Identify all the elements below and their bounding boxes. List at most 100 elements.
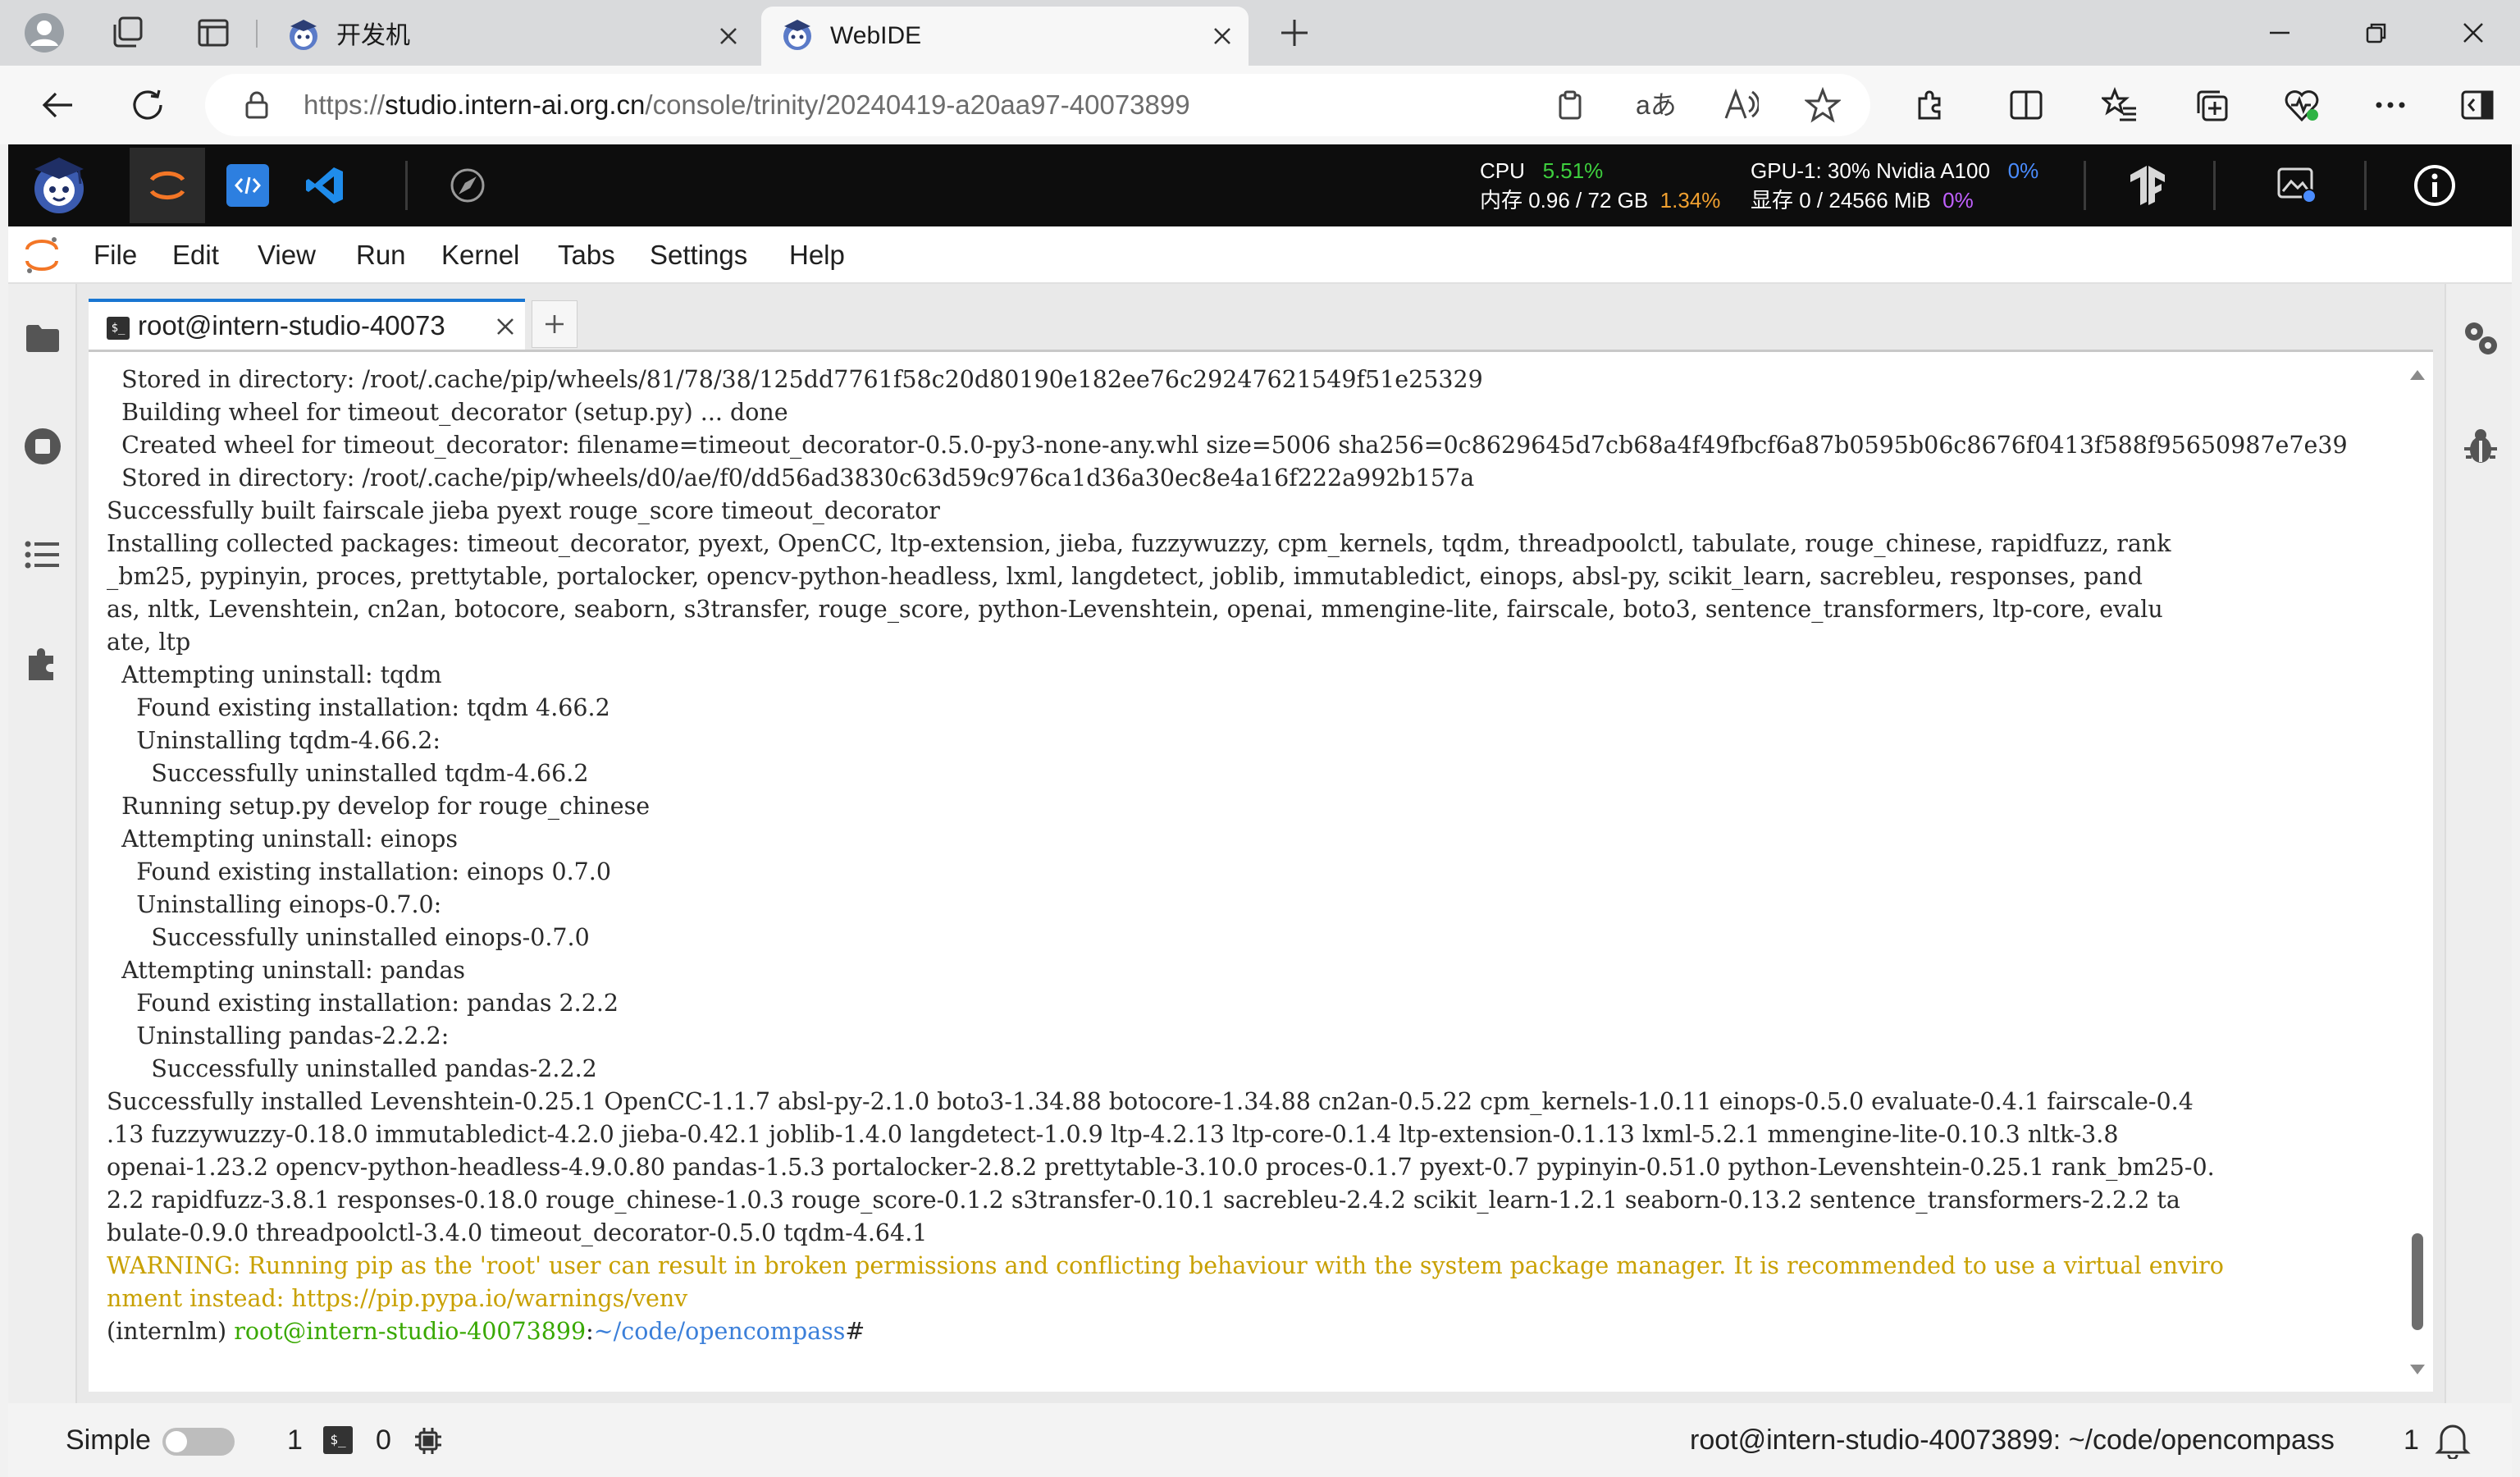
file-browser-icon[interactable] (18, 313, 67, 363)
browser-tab-title: 开发机 (336, 22, 410, 49)
menu-run[interactable]: Run (356, 226, 406, 284)
terminal-line: Successfully uninstalled einops-0.7.0 (107, 924, 590, 951)
debugger-bug-icon[interactable] (2456, 422, 2505, 471)
terminal-line: Stored in directory: /root/.cache/pip/wh… (107, 366, 1483, 393)
compass-icon[interactable] (448, 166, 487, 205)
favorite-star-icon[interactable] (1805, 87, 1841, 123)
notification-bell-icon[interactable] (2435, 1421, 2471, 1459)
terminal-line: Attempting uninstall: einops (107, 825, 458, 853)
terminal-prompt[interactable]: (internlm) root@intern-studio-40073899:~… (107, 1315, 2395, 1348)
terminal-line: Running setup.py develop for rouge_chine… (107, 793, 651, 820)
toolbar-separator (2084, 161, 2086, 210)
url-text: https://studio.intern-ai.org.cn/console/… (304, 89, 1190, 120)
intern-logo-icon[interactable] (18, 149, 100, 222)
browser-tab-webide[interactable]: WebIDE (761, 7, 1249, 66)
terminal-line: _bm25, pypinyin, proces, prettytable, po… (107, 563, 2143, 590)
back-icon[interactable] (28, 75, 87, 135)
close-terminal-tab-icon[interactable] (492, 313, 518, 340)
tab-actions-icon[interactable] (187, 7, 240, 59)
terminal-line: Successfully uninstalled tqdm-4.66.2 (107, 760, 589, 787)
gpu-value: 0% (2007, 158, 2039, 183)
terminal-line: Attempting uninstall: tqdm (107, 661, 442, 688)
property-inspector-icon[interactable] (2456, 313, 2505, 363)
extensions-icon[interactable] (1900, 75, 1959, 135)
new-tab-icon[interactable] (1268, 7, 1321, 59)
lock-icon[interactable] (243, 90, 271, 120)
terminal-scrollbar[interactable] (2405, 364, 2430, 1381)
running-sessions-icon[interactable] (18, 422, 67, 471)
menu-file[interactable]: File (94, 226, 137, 284)
terminal-line: openai-1.23.2 opencv-python-headless-4.9… (107, 1154, 2215, 1181)
intern-favicon-icon (779, 16, 815, 53)
tensorflow-icon[interactable] (2125, 162, 2171, 208)
vram-label: 显存 0 / 24566 MiB (1751, 188, 1931, 213)
terminal-line: Found existing installation: tqdm 4.66.2 (107, 694, 610, 721)
menu-help[interactable]: Help (789, 226, 845, 284)
terminal-line: ate, ltp (107, 629, 191, 656)
browser-tab-title: WebIDE (830, 22, 922, 49)
right-sidebar (2445, 284, 2512, 1403)
collections-icon[interactable] (2182, 75, 2241, 135)
menu-edit[interactable]: Edit (172, 226, 219, 284)
refresh-icon[interactable] (118, 75, 177, 135)
terminal-tab-title: root@intern-studio-40073 (138, 310, 445, 341)
simple-mode-toggle[interactable] (162, 1428, 235, 1456)
left-sidebar (8, 284, 77, 1403)
restore-window-icon[interactable] (2328, 0, 2425, 66)
menu-tabs[interactable]: Tabs (558, 226, 615, 284)
menu-view[interactable]: View (258, 226, 316, 284)
browser-toolbar: https://studio.intern-ai.org.cn/console/… (0, 66, 2520, 144)
menu-settings[interactable]: Settings (650, 226, 747, 284)
terminal-line: Found existing installation: einops 0.7.… (107, 858, 611, 885)
intern-favicon-icon (285, 16, 322, 53)
close-tab-icon[interactable] (712, 20, 745, 53)
terminal-line: Uninstalling tqdm-4.66.2: (107, 727, 441, 754)
info-icon[interactable] (2412, 162, 2458, 208)
toolbar-separator (405, 161, 408, 210)
mem-label: 内存 0.96 / 72 GB (1480, 188, 1649, 213)
menu-kernel[interactable]: Kernel (441, 226, 519, 284)
kernel-count[interactable]: 1 (287, 1403, 303, 1477)
mem-value: 1.34% (1659, 188, 1721, 213)
extension-manager-icon[interactable] (18, 638, 67, 688)
close-tab-icon[interactable] (1206, 20, 1239, 53)
monitor-image-icon[interactable] (2274, 164, 2320, 207)
jupyter-menu-logo-icon (23, 235, 61, 276)
browser-tab-dev-machine[interactable]: 开发机 (267, 7, 755, 66)
read-aloud-icon[interactable] (1723, 89, 1759, 121)
current-path: root@intern-studio-40073899: ~/code/open… (1690, 1424, 2335, 1456)
terminal-output[interactable]: Stored in directory: /root/.cache/pip/wh… (107, 364, 2395, 1381)
new-launcher-tab-button[interactable] (532, 300, 578, 348)
vscode-icon[interactable] (302, 162, 348, 208)
gpu-stats: GPU-1: 30% Nvidia A100 0% 显存 0 / 24566 M… (1751, 156, 2038, 215)
tab-separator (256, 20, 258, 48)
terminal-count[interactable]: 0 (376, 1403, 391, 1477)
sidebar-toggle-icon[interactable] (2448, 75, 2507, 135)
table-of-contents-icon[interactable] (18, 530, 67, 579)
notification-count[interactable]: 1 (2404, 1403, 2419, 1477)
minimize-window-icon[interactable] (2231, 0, 2328, 66)
terminal-line: Installing collected packages: timeout_d… (107, 530, 2171, 557)
prompt-hash: # (845, 1318, 865, 1345)
terminal-line: Uninstalling einops-0.7.0: (107, 891, 442, 918)
more-options-icon[interactable] (2361, 75, 2420, 135)
browser-essentials-icon[interactable] (2272, 75, 2331, 135)
terminal-tab[interactable]: $_ root@intern-studio-40073 (89, 299, 525, 350)
split-screen-icon[interactable] (1997, 75, 2056, 135)
favorites-icon[interactable] (2090, 75, 2149, 135)
toggle-knob (166, 1431, 187, 1452)
clipboard-icon[interactable] (1554, 89, 1586, 121)
address-bar[interactable]: https://studio.intern-ai.org.cn/console/… (205, 74, 1870, 136)
workspaces-icon[interactable] (102, 7, 154, 59)
translate-icon[interactable]: aあ (1636, 89, 1677, 121)
close-window-icon[interactable] (2425, 0, 2520, 66)
terminal-line: as, nltk, Levenshtein, cn2an, botocore, … (107, 596, 2163, 623)
kernel-status-chip-icon[interactable] (413, 1426, 443, 1456)
profile-icon[interactable] (18, 7, 71, 59)
terminal-panel[interactable]: Stored in directory: /root/.cache/pip/wh… (89, 350, 2433, 1392)
main-work-area: $_ root@intern-studio-40073 Stored in di… (77, 284, 2445, 1403)
code-editor-icon[interactable] (226, 164, 269, 207)
status-bar: Simple 1 $_ 0 root@intern-studio-4007389… (8, 1403, 2512, 1477)
jupyter-logo-icon[interactable] (130, 148, 205, 223)
prompt-env: (internlm) (107, 1318, 235, 1345)
